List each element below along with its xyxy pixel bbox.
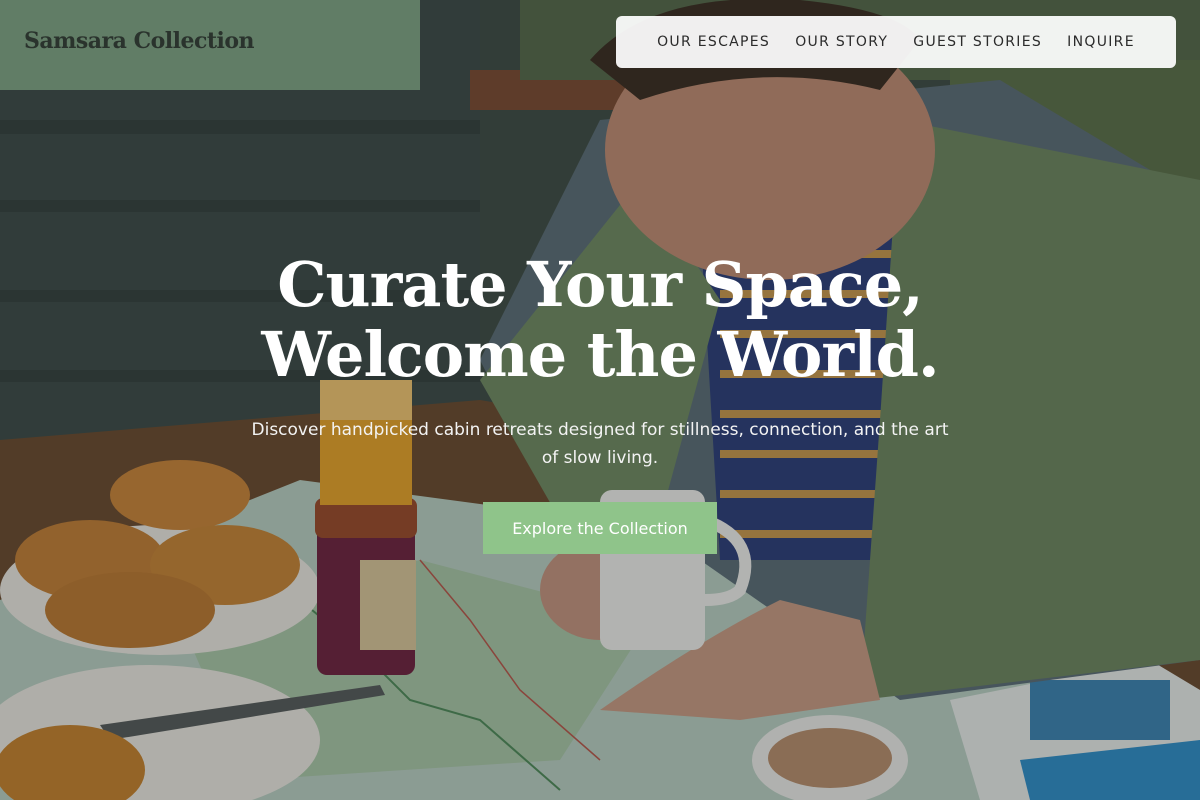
nav-item-inquire[interactable]: INQUIRE xyxy=(1067,34,1135,50)
nav-item-our-story[interactable]: OUR STORY xyxy=(795,34,888,50)
hero-overlay xyxy=(0,0,1200,800)
nav-item-our-escapes[interactable]: OUR ESCAPES xyxy=(657,34,770,50)
hero-title-line-1: Curate Your Space, xyxy=(277,248,924,321)
hero-title-line-2: Welcome the World. xyxy=(261,318,939,391)
hero-subtitle: Discover handpicked cabin retreats desig… xyxy=(251,420,949,468)
nav-item-guest-stories[interactable]: GUEST STORIES xyxy=(913,34,1042,50)
hero-title: Curate Your Space, Welcome the World. xyxy=(0,250,1200,390)
brand-logo[interactable]: Samsara Collection xyxy=(24,28,255,54)
explore-collection-button[interactable]: Explore the Collection xyxy=(483,502,717,554)
main-nav: OUR ESCAPES OUR STORY GUEST STORIES INQU… xyxy=(616,16,1176,68)
